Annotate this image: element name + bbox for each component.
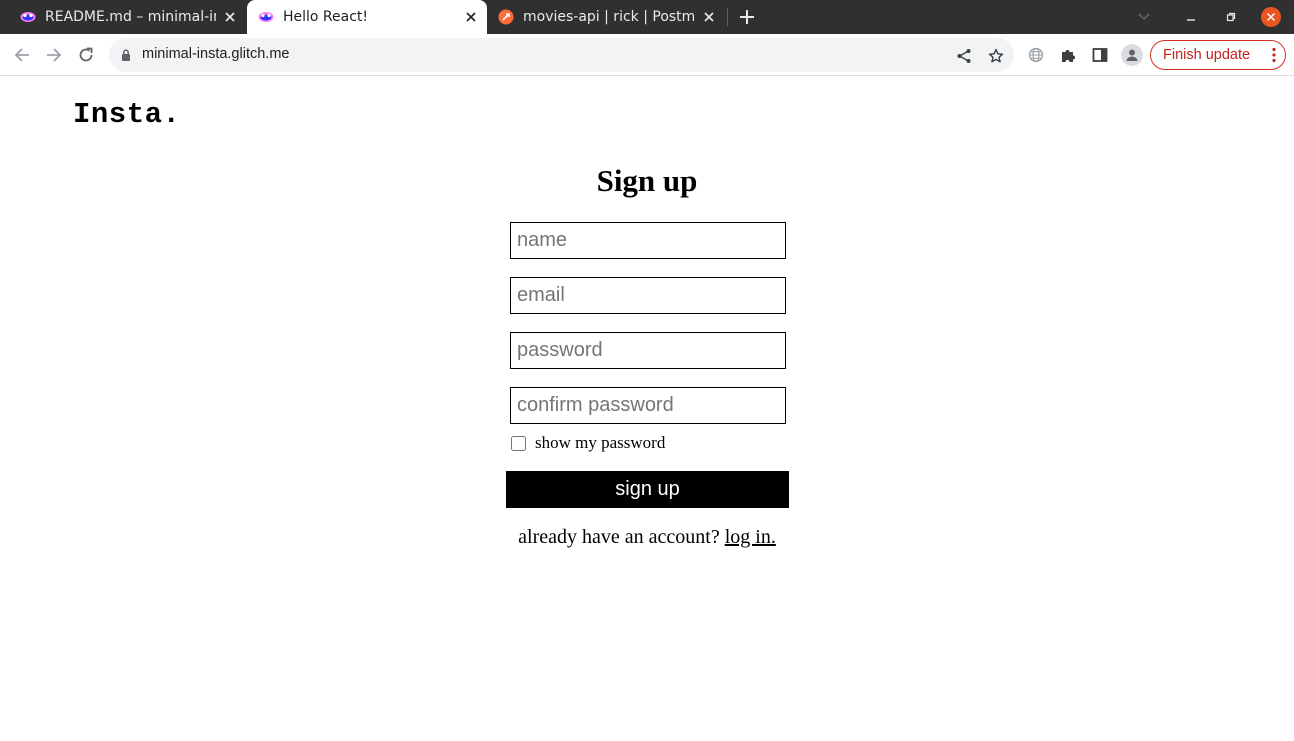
globe-icon (1028, 47, 1044, 63)
close-tab-icon[interactable] (701, 9, 717, 25)
chevron-down-icon (1138, 13, 1150, 21)
arrow-left-icon (14, 48, 29, 62)
share-button[interactable] (955, 47, 973, 65)
arrow-right-icon (47, 48, 62, 62)
close-tab-icon[interactable] (222, 9, 238, 25)
glitch-icon (258, 12, 274, 22)
star-icon (988, 48, 1004, 63)
minimize-icon (1187, 19, 1195, 21)
tab-title: movies-api | rick | Postman (523, 9, 694, 25)
tab-strip: README.md – minimal-insta Hello React! m… (0, 0, 1294, 34)
browser-toolbar: minimal-insta.glitch.me Finish update (0, 34, 1294, 76)
postman-icon (498, 9, 514, 25)
finish-update-button[interactable]: Finish update (1150, 40, 1286, 70)
back-button[interactable] (11, 44, 33, 66)
login-prompt: already have an account? log in. (0, 526, 1294, 549)
tab-separator (727, 8, 728, 26)
side-panel-icon (1092, 48, 1108, 62)
finish-update-label: Finish update (1163, 47, 1251, 63)
side-panel-button[interactable] (1090, 45, 1110, 65)
reload-icon (79, 47, 93, 62)
log-in-link[interactable]: log in. (725, 526, 776, 548)
show-password-checkbox[interactable] (511, 435, 526, 451)
sign-up-button[interactable]: sign up (506, 471, 789, 508)
tab-title: Hello React! (283, 9, 369, 25)
extensions-button[interactable] (1058, 45, 1078, 65)
plus-icon (740, 10, 754, 24)
confirm-password-field[interactable] (510, 387, 786, 424)
url-text[interactable]: minimal-insta.glitch.me (142, 46, 289, 62)
email-field[interactable] (510, 277, 786, 314)
tab-readme[interactable]: README.md – minimal-insta (8, 0, 246, 34)
show-password-label: show my password (535, 433, 666, 452)
bookmark-button[interactable] (987, 47, 1005, 65)
restore-icon (1226, 12, 1236, 22)
page-title: Sign up (596, 163, 698, 198)
minimize-button[interactable] (1181, 7, 1201, 27)
close-window-button[interactable] (1261, 7, 1281, 27)
restore-button[interactable] (1221, 7, 1241, 27)
tab-title: README.md – minimal-insta (45, 9, 216, 25)
translate-extension-button[interactable] (1026, 45, 1046, 65)
login-prompt-text: already have an account? (518, 526, 720, 548)
new-tab-button[interactable] (737, 7, 757, 27)
site-logo[interactable]: Insta. (73, 98, 180, 131)
name-field[interactable] (510, 222, 786, 259)
share-icon (957, 49, 971, 63)
puzzle-icon (1062, 50, 1075, 62)
lock-icon[interactable] (119, 48, 133, 62)
address-bar[interactable]: minimal-insta.glitch.me (109, 38, 1014, 72)
show-password-option[interactable]: show my password (511, 433, 665, 453)
glitch-icon (20, 12, 36, 22)
tab-postman[interactable]: movies-api | rick | Postman (487, 0, 725, 34)
tab-hello-react[interactable]: Hello React! (247, 0, 487, 34)
profile-button[interactable] (1121, 44, 1143, 66)
password-field[interactable] (510, 332, 786, 369)
tab-search-button[interactable] (1136, 9, 1152, 25)
reload-button[interactable] (75, 44, 97, 66)
more-vert-icon (1272, 47, 1276, 63)
close-tab-icon[interactable] (463, 9, 479, 25)
avatar-icon (1126, 49, 1138, 61)
forward-button[interactable] (43, 44, 65, 66)
close-icon (1266, 12, 1276, 22)
